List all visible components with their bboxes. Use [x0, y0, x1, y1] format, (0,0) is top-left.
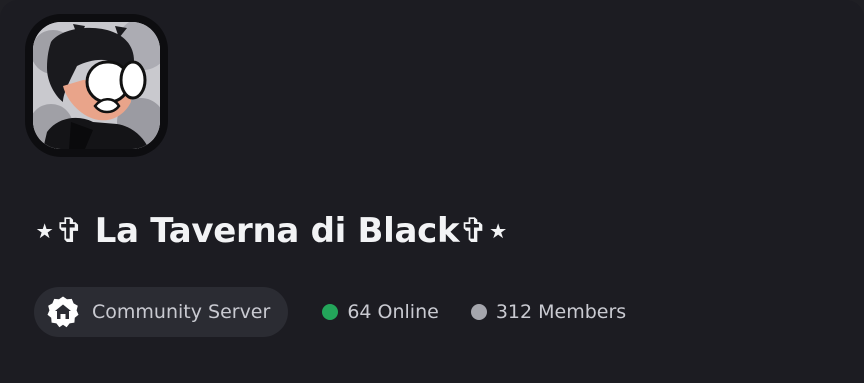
- community-house-icon: [46, 295, 80, 329]
- server-avatar-icon: [33, 22, 160, 149]
- server-avatar[interactable]: [33, 22, 160, 149]
- online-count-label: 64 Online: [347, 301, 439, 323]
- online-count: 64 Online: [322, 301, 439, 323]
- online-status-dot-icon: [322, 304, 339, 320]
- community-server-badge[interactable]: Community Server: [34, 287, 289, 337]
- server-profile-card: ⋆✞ La Taverna di Black✞⋆ Community Serve…: [0, 0, 864, 383]
- member-count-label: 312 Members: [495, 301, 627, 323]
- server-avatar-frame: [25, 14, 168, 157]
- members-status-dot-icon: [470, 304, 487, 320]
- community-server-label: Community Server: [92, 301, 271, 323]
- member-count: 312 Members: [470, 301, 627, 323]
- server-name: ⋆✞ La Taverna di Black✞⋆: [34, 211, 509, 251]
- server-stats: Community Server 64 Online 312 Members: [34, 287, 626, 337]
